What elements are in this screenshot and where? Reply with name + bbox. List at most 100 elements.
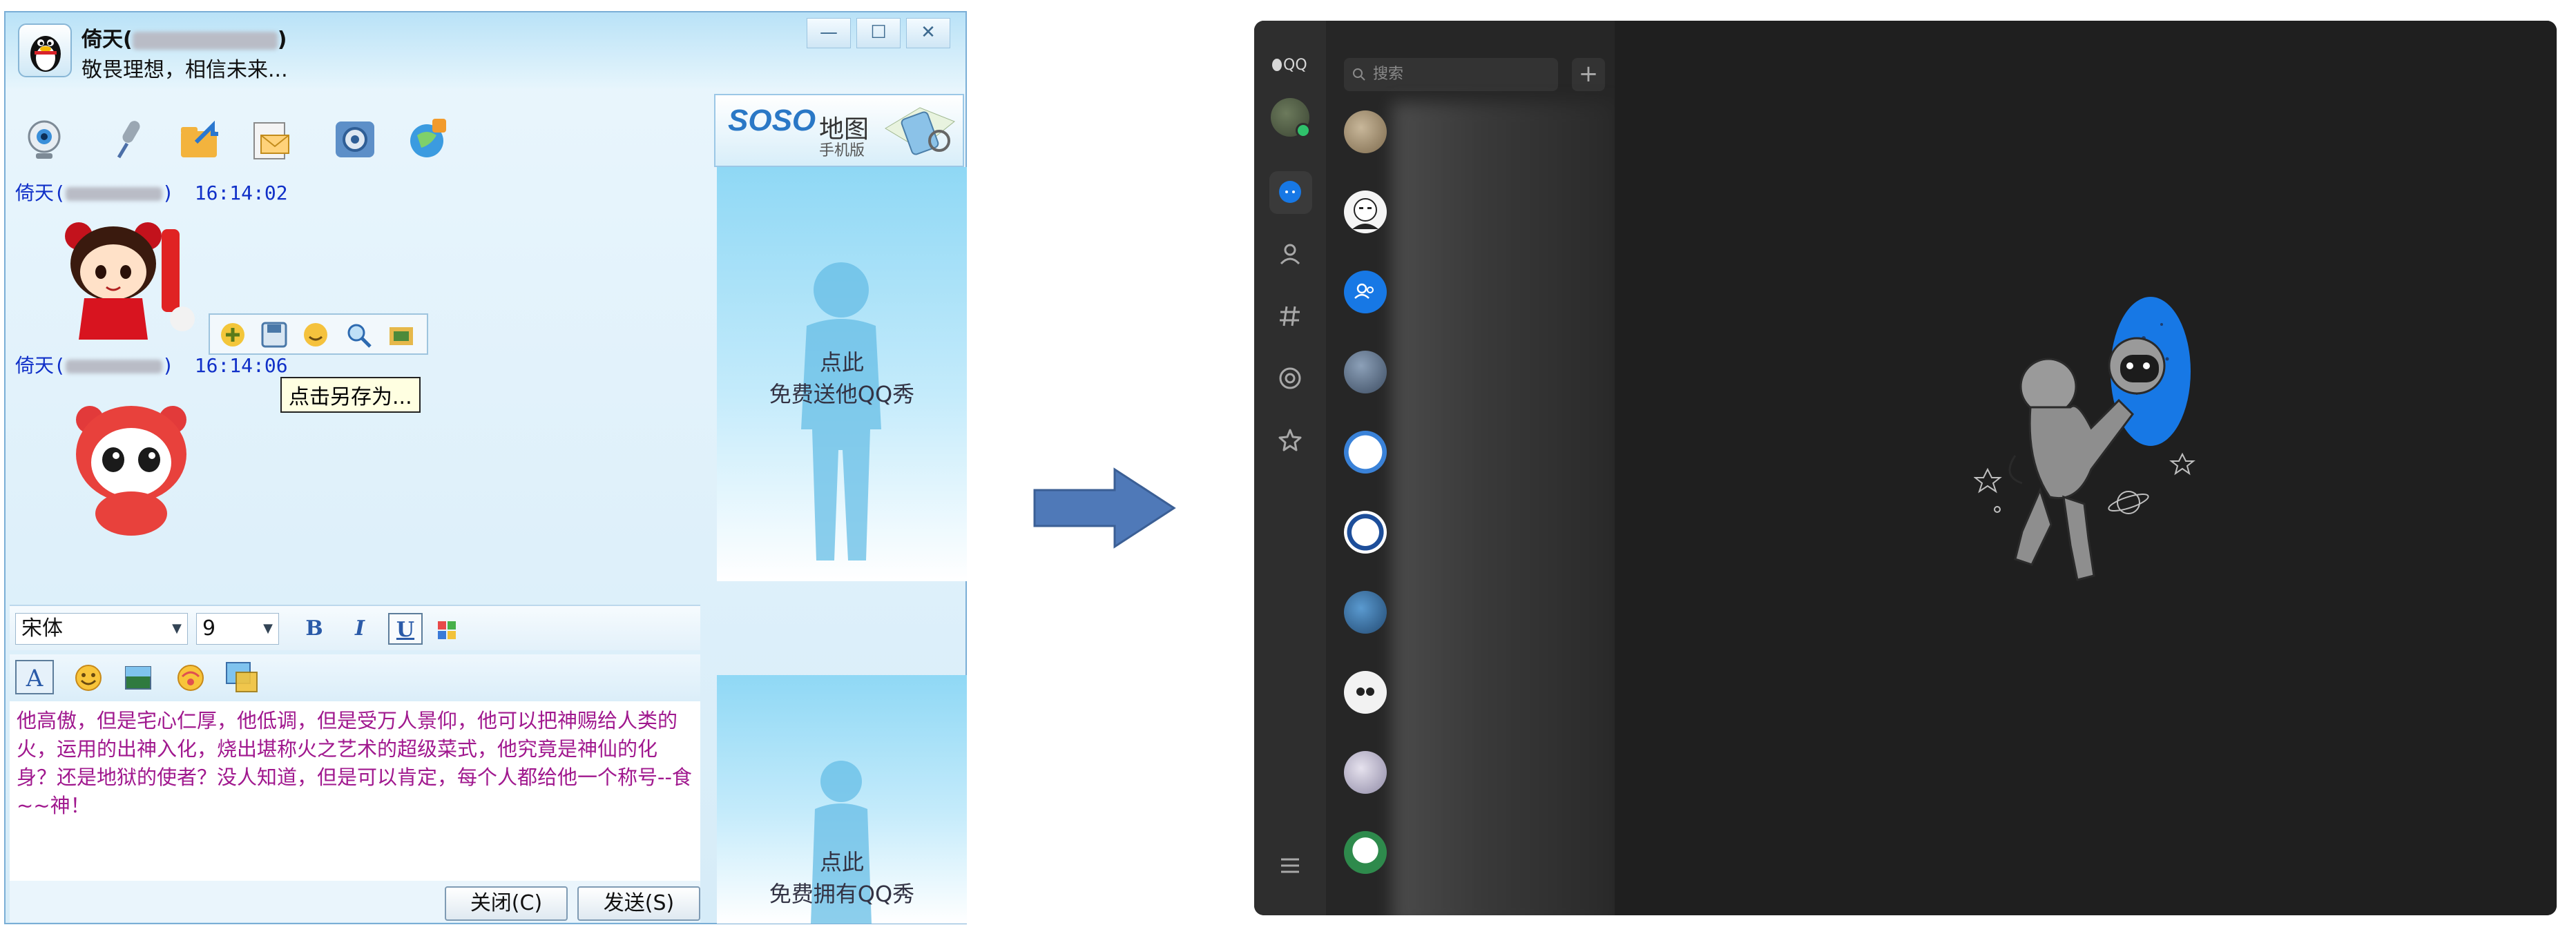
chevron-down-icon: ▼ <box>263 621 273 636</box>
screenshot-icon[interactable] <box>224 660 260 694</box>
bottom-action-bar: 关闭(C) 发送(S) <box>10 881 700 922</box>
conversation-avatar[interactable] <box>1344 831 1387 874</box>
video-icon[interactable] <box>19 115 69 164</box>
app-logo: QQ <box>1271 57 1307 74</box>
microphone-icon[interactable] <box>105 115 155 164</box>
contact-avatar[interactable] <box>18 23 72 77</box>
message-time: 16:14:02 <box>194 182 288 204</box>
conversation-avatar[interactable] <box>1344 431 1387 474</box>
redacted-qq-number <box>65 187 162 201</box>
bold-button[interactable]: B <box>297 613 331 645</box>
search-icon <box>1353 68 1365 81</box>
image-icon[interactable] <box>123 663 153 693</box>
qq-show-panel-self[interactable]: 点此 免费拥有QQ秀 <box>717 675 967 924</box>
italic-button[interactable]: I <box>343 613 377 645</box>
tiger-sticker-image[interactable] <box>70 396 195 541</box>
message-input[interactable]: 他高傲，但是宅心仁厚，他低调，但是受万人景仰，他可以把神赐给人类的火，运用的出神… <box>10 701 700 881</box>
email-icon[interactable] <box>247 115 297 164</box>
message-sender-close: ) <box>162 354 174 377</box>
message-input-text: 他高傲，但是宅心仁厚，他低调，但是受万人景仰，他可以把神赐给人类的火，运用的出神… <box>17 709 692 817</box>
qq-show-line1: 点此 <box>819 349 864 376</box>
close-button[interactable]: 关闭(C) <box>445 886 568 921</box>
conversation-avatar[interactable] <box>1344 271 1387 313</box>
conversation-avatar[interactable] <box>1344 591 1387 634</box>
app-icon[interactable] <box>403 115 453 164</box>
message-header: 倚天() 16:14:06 <box>15 351 288 378</box>
magic-emoji-icon[interactable] <box>175 663 206 693</box>
font-size-select[interactable]: 9 ▼ <box>196 613 279 645</box>
meme-face-icon <box>1352 198 1378 229</box>
empty-chat-panel <box>1615 21 2557 915</box>
minimize-button[interactable]: — <box>807 18 851 48</box>
font-family-select[interactable]: 宋体 ▼ <box>15 613 188 645</box>
astronaut-illustration <box>1974 297 2195 581</box>
message-sender: 倚天( <box>15 354 66 377</box>
user-avatar[interactable] <box>1271 98 1311 138</box>
message-sender-close: ) <box>162 182 174 204</box>
group-icon <box>1354 283 1374 299</box>
settings-icon[interactable] <box>330 115 380 164</box>
avatar-silhouette-icon <box>801 262 881 560</box>
search-placeholder: 搜索 <box>1373 66 1404 83</box>
redacted-qq-number <box>132 31 278 50</box>
message-area[interactable]: 倚天() 16:14:02 倚天() 16:14:06 点击另存为... <box>10 175 700 603</box>
soso-brand: SOSO <box>728 104 816 137</box>
blurred-conversation-details <box>1392 102 1615 915</box>
conversation-avatar[interactable] <box>1344 351 1387 393</box>
qq-new-window: QQ 搜索 + <box>1254 21 2557 915</box>
emoji-favorite-icon[interactable] <box>301 320 330 349</box>
contact-name-close: ) <box>277 28 287 52</box>
messages-icon[interactable] <box>1278 179 1303 204</box>
favorites-star-icon[interactable] <box>1278 428 1303 453</box>
app-label: QQ <box>1283 57 1307 74</box>
conversation-avatar[interactable] <box>1344 191 1387 233</box>
conversation-avatar[interactable] <box>1344 511 1387 554</box>
chevron-down-icon: ▼ <box>172 621 182 636</box>
underline-button[interactable]: U <box>388 613 423 645</box>
conversation-avatar[interactable] <box>1344 671 1387 714</box>
menu-icon[interactable] <box>1278 853 1303 878</box>
font-size-value: 9 <box>202 616 216 641</box>
open-folder-icon[interactable] <box>387 320 416 349</box>
send-button[interactable]: 发送(S) <box>577 886 700 921</box>
qq-show-line2: 免费拥有QQ秀 <box>769 881 915 907</box>
maximize-button[interactable]: ☐ <box>856 18 901 48</box>
message-sender: 倚天( <box>15 182 66 204</box>
contact-name-text: 倚天( <box>81 28 133 52</box>
contacts-icon[interactable] <box>1278 242 1303 266</box>
input-tools-bar: A <box>10 654 700 700</box>
qq-show-panel-friend[interactable]: 点此 免费送他QQ秀 <box>717 167 967 581</box>
emoji-icon[interactable] <box>73 663 104 693</box>
font-family-value: 宋体 <box>21 616 63 641</box>
online-status-icon <box>1296 123 1311 138</box>
color-palette-icon[interactable] <box>436 620 457 641</box>
search-image-icon[interactable] <box>344 320 373 349</box>
redacted-qq-number <box>65 360 162 373</box>
discover-icon[interactable] <box>1278 366 1303 391</box>
qq-show-line2: 免费送他QQ秀 <box>769 381 915 407</box>
soso-map-ad[interactable]: SOSO 地图 手机版 <box>714 94 964 167</box>
save-as-icon[interactable] <box>260 320 289 349</box>
contact-name: 倚天() <box>81 22 287 52</box>
search-input[interactable]: 搜索 <box>1344 58 1558 91</box>
qq-show-line1: 点此 <box>819 849 864 875</box>
conversation-list: 搜索 + <box>1326 21 1615 915</box>
font-style-icon[interactable]: A <box>15 660 54 694</box>
girl-sticker-image[interactable] <box>51 208 217 347</box>
image-hover-toolbar <box>209 313 428 355</box>
file-transfer-icon[interactable] <box>175 115 225 164</box>
svg-text:A: A <box>26 665 44 692</box>
penguin-icon <box>1272 59 1282 71</box>
map-illustration-icon <box>885 107 955 155</box>
message-header: 倚天() 16:14:02 <box>15 178 288 206</box>
channel-hash-icon[interactable] <box>1278 304 1303 329</box>
cartoon-face-icon <box>1356 688 1374 696</box>
close-window-button[interactable]: ✕ <box>906 18 950 48</box>
conversation-avatar[interactable] <box>1344 110 1387 153</box>
conversation-avatar[interactable] <box>1344 751 1387 794</box>
transition-arrow-icon <box>1033 467 1176 549</box>
add-button[interactable]: + <box>1572 58 1605 91</box>
font-format-bar: 宋体 ▼ 9 ▼ B I U <box>10 605 700 650</box>
soso-sub: 手机版 <box>819 142 865 159</box>
add-favorite-icon[interactable] <box>218 320 247 349</box>
